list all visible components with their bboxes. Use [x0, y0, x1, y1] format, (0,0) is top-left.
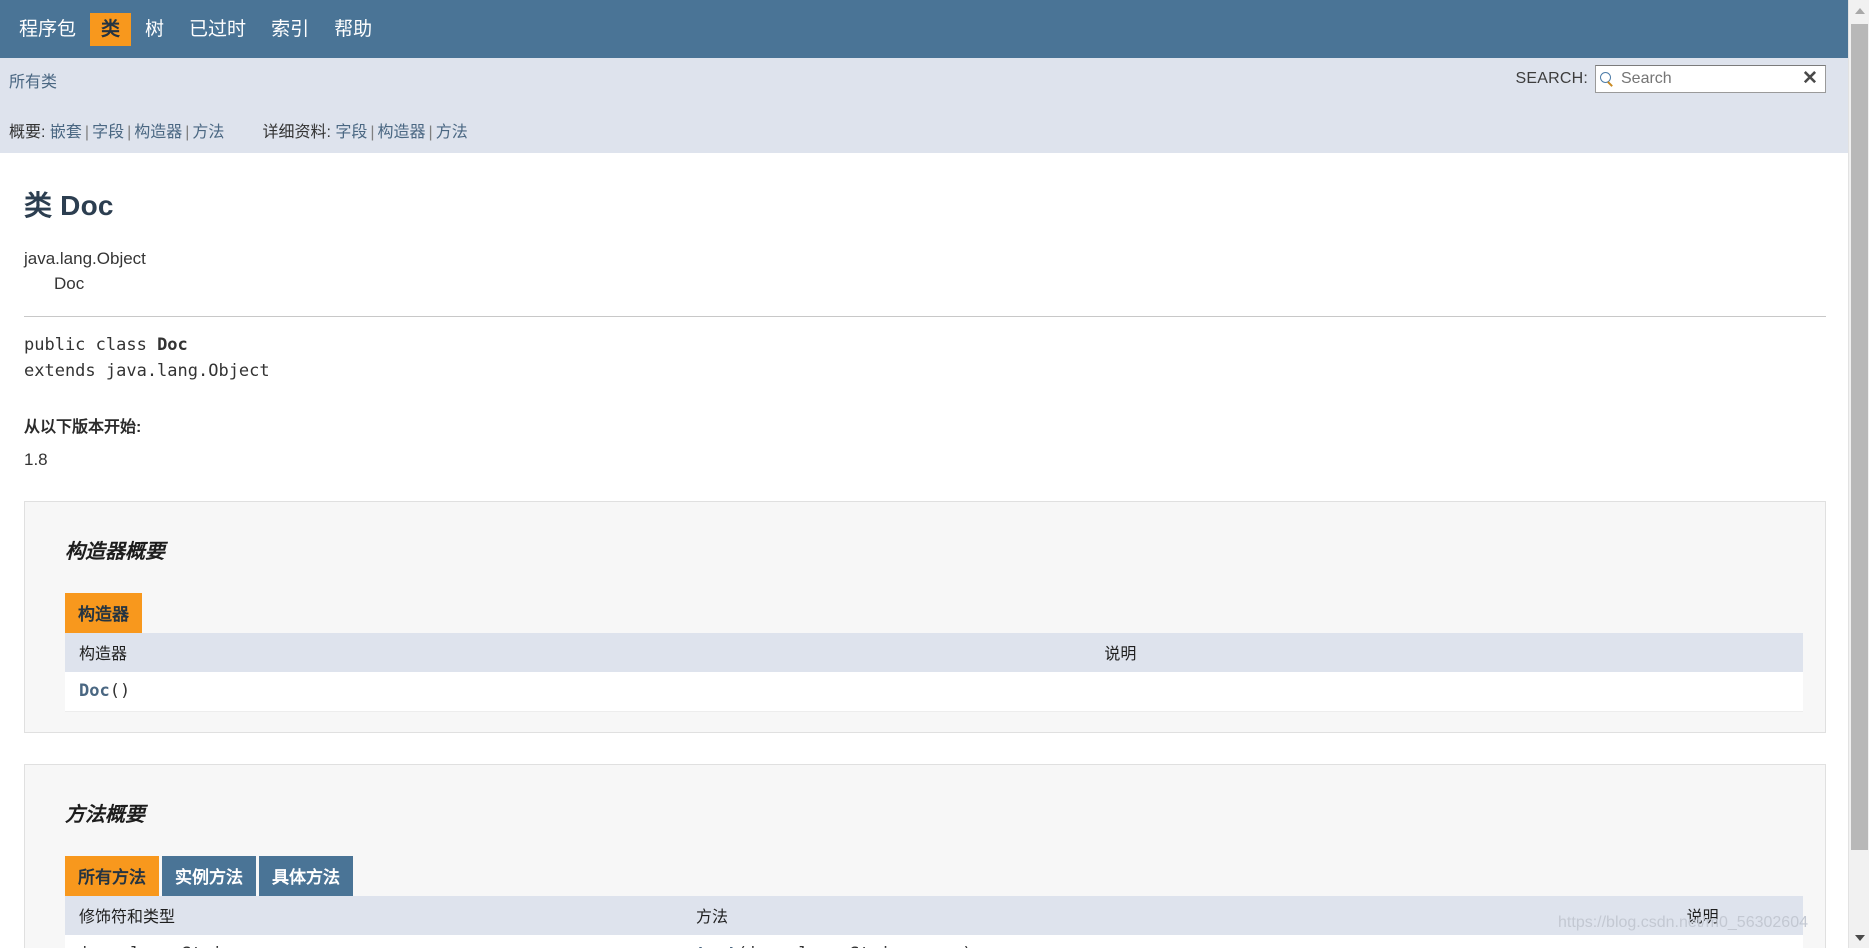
nav-item-tree[interactable]: 树 — [134, 13, 175, 46]
summary-label: 概要: — [9, 124, 46, 141]
declaration-class-name: Doc — [157, 335, 188, 356]
scroll-up-arrow-icon[interactable] — [1849, 0, 1869, 21]
tab-instance-methods[interactable]: 实例方法 — [162, 856, 256, 897]
nav-item-classes[interactable]: 类 — [90, 12, 132, 46]
summary-link-constructor[interactable]: 构造器 — [134, 124, 182, 141]
class-declaration: public class Doc extends java.lang.Objec… — [24, 333, 1826, 384]
constructor-cell: Doc() — [65, 672, 1091, 713]
column-header-method: 方法 — [681, 896, 1673, 936]
method-summary-block: 方法概要 所有方法 实例方法 具体方法 修饰符和类型 方法 说明 — [24, 764, 1826, 948]
inheritance-level-1: java.lang.Object — [24, 249, 146, 268]
constructor-summary-block: 构造器概要 构造器 构造器 说明 Doc() — [24, 501, 1826, 734]
method-signature-cell: test(java.lang.String name) — [681, 935, 1673, 948]
nav-item-deprecated[interactable]: 已过时 — [178, 13, 257, 46]
method-modifier-cell: java.lang.String — [65, 935, 682, 948]
column-header-constructor: 构造器 — [65, 633, 1091, 673]
constructor-description-cell — [1090, 672, 1803, 713]
since-label: 从以下版本开始: — [24, 419, 142, 437]
summary-link-method[interactable]: 方法 — [192, 124, 224, 141]
constructor-params: () — [109, 681, 131, 702]
detail-nav-group: 详细资料: 字段 | 构造器 | 方法 — [262, 118, 467, 142]
close-icon[interactable]: ✕ — [1801, 69, 1819, 89]
declaration-modifier: public class — [24, 335, 158, 356]
table-header-row: 构造器 说明 — [65, 633, 1803, 673]
table-row: Doc() — [65, 672, 1803, 713]
javadoc-page: 程序包 类 树 已过时 索引 帮助 所有类 SEARCH: ✕ 概要: 嵌 — [0, 0, 1869, 948]
constructor-summary-table: 构造器 说明 Doc() — [65, 633, 1803, 713]
constructor-tab-list: 构造器 — [65, 593, 1803, 634]
column-header-description: 说明 — [1672, 896, 1803, 936]
document-viewport: 程序包 类 树 已过时 索引 帮助 所有类 SEARCH: ✕ 概要: 嵌 — [0, 0, 1848, 948]
search-area: SEARCH: ✕ — [1515, 65, 1826, 93]
subnav-separator: | — [370, 124, 375, 141]
tab-concrete-methods[interactable]: 具体方法 — [259, 856, 353, 897]
column-header-description: 说明 — [1090, 633, 1803, 673]
search-label: SEARCH: — [1515, 70, 1588, 87]
table-row: java.lang.String test(java.lang.String n… — [65, 935, 1803, 948]
divider — [24, 316, 1826, 318]
detail-link-constructor[interactable]: 构造器 — [378, 124, 426, 141]
subnav-separator: | — [84, 124, 90, 141]
search-box[interactable]: ✕ — [1595, 65, 1826, 93]
detail-label: 详细资料: — [262, 124, 331, 141]
top-navigation-bar: 程序包 类 树 已过时 索引 帮助 — [0, 0, 1848, 58]
table-header-row: 修饰符和类型 方法 说明 — [65, 896, 1803, 936]
nav-item-index[interactable]: 索引 — [260, 13, 320, 46]
nav-item-packages[interactable]: 程序包 — [8, 13, 87, 46]
constructor-link[interactable]: Doc — [79, 681, 110, 701]
all-classes-link[interactable]: 所有类 — [9, 68, 57, 92]
since-value: 1.8 — [24, 450, 48, 470]
summary-link-field[interactable]: 字段 — [92, 124, 124, 141]
method-description-cell — [1672, 935, 1803, 948]
search-input[interactable] — [1619, 69, 1779, 89]
page-title: 类 Doc — [24, 190, 114, 221]
main-content: 类 Doc java.lang.Object Doc public class … — [0, 184, 1848, 948]
nav-item-help[interactable]: 帮助 — [323, 13, 383, 46]
summary-detail-navigation: 概要: 嵌套 | 字段 | 构造器 | 方法 详细资料: 字段 | 构造器 | 方法 — [0, 118, 1848, 153]
constructor-summary-title: 构造器概要 — [65, 541, 165, 564]
sub-header: 所有类 SEARCH: ✕ — [0, 58, 1848, 118]
column-header-modifier-and-type: 修饰符和类型 — [65, 896, 682, 936]
tab-constructors[interactable]: 构造器 — [65, 593, 142, 634]
declaration-line-1: public class Doc — [24, 333, 1826, 359]
search-icon — [1600, 72, 1614, 86]
method-tab-list: 所有方法 实例方法 具体方法 — [65, 856, 1803, 897]
summary-link-nested[interactable]: 嵌套 — [50, 124, 82, 141]
subnav-separator: | — [428, 124, 433, 141]
detail-link-method[interactable]: 方法 — [436, 124, 468, 141]
summary-nav-group: 概要: 嵌套 | 字段 | 构造器 | 方法 — [9, 118, 224, 142]
method-params: (java.lang.String name) — [737, 944, 972, 948]
subnav-separator: | — [127, 124, 132, 141]
scroll-down-arrow-icon[interactable] — [1849, 927, 1869, 948]
vertical-scrollbar[interactable] — [1848, 0, 1869, 948]
inheritance-level-2: Doc — [54, 273, 85, 293]
method-summary-table: 修饰符和类型 方法 说明 java.lang.String test(java.… — [65, 896, 1803, 948]
detail-link-field[interactable]: 字段 — [335, 124, 367, 141]
declaration-line-2: extends java.lang.Object — [24, 360, 270, 381]
subnav-separator: | — [185, 124, 190, 141]
tab-all-methods[interactable]: 所有方法 — [65, 856, 159, 897]
scrollbar-thumb[interactable] — [1851, 24, 1868, 850]
method-summary-title: 方法概要 — [65, 804, 145, 827]
inheritance-tree: java.lang.Object Doc — [24, 247, 1826, 296]
method-link[interactable]: test — [696, 944, 737, 948]
